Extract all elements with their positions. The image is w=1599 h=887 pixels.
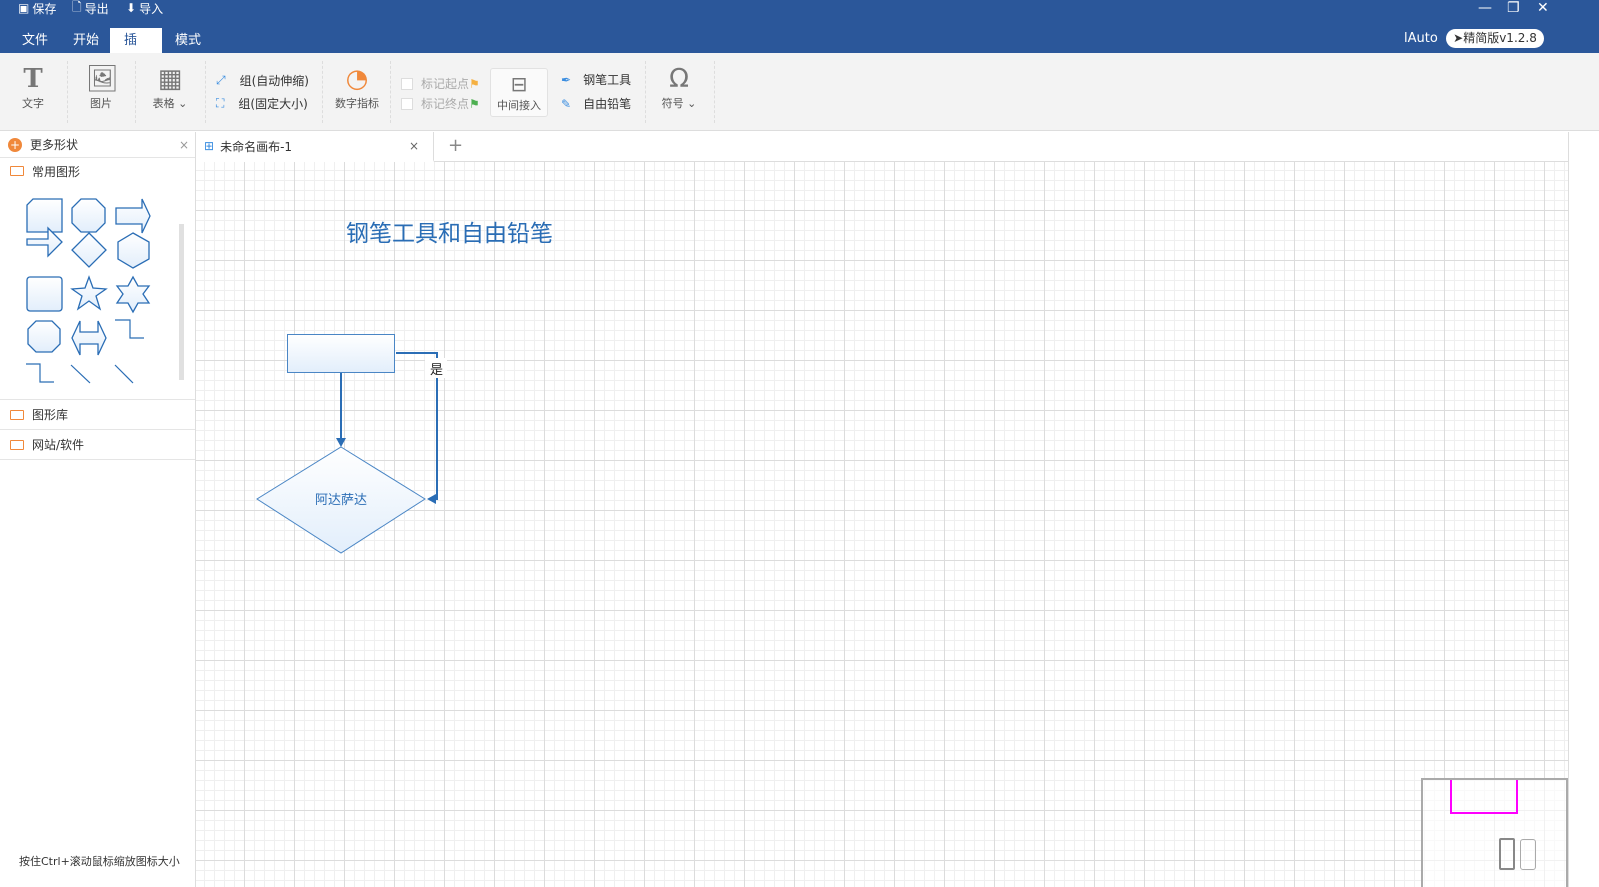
free-pencil-button[interactable]: ✎ 自由铅笔	[561, 95, 631, 112]
folder-icon	[10, 166, 24, 176]
checkbox	[401, 77, 413, 90]
shape-line[interactable]	[114, 364, 134, 384]
zoom-hint: 按住Ctrl+滚动鼠标缩放图标大小	[19, 855, 180, 868]
shape-arrow-right[interactable]	[115, 198, 151, 234]
shape-octagon-2[interactable]	[27, 320, 61, 353]
group-auto-button[interactable]: ⤢ 组(自动伸缩)	[216, 72, 309, 89]
menu-start[interactable]: 开始	[59, 28, 113, 53]
ribbon: T 文字 🖼 图片 ▦ 表格 ⌄ ⤢ 组(自动伸缩) ⛶ 组(固定大小) ◔ 数字指标 标记…	[0, 53, 1599, 131]
arrowhead	[336, 438, 346, 447]
menu-insert[interactable]: 插入	[110, 28, 162, 73]
close-tab-icon[interactable]: ×	[409, 139, 419, 153]
user-name[interactable]: lAuto	[1404, 31, 1438, 46]
chevron-down-icon: ⌄	[178, 97, 188, 110]
add-icon: +	[8, 137, 22, 152]
flag-icon: ⚑	[469, 76, 480, 91]
minimap-viewport[interactable]	[1450, 780, 1518, 814]
folder-web[interactable]: 网站/软件	[0, 430, 195, 460]
restore-button[interactable]: ❐	[1507, 0, 1520, 16]
diamond-label[interactable]: 阿达萨达	[257, 489, 425, 508]
minimap[interactable]	[1421, 778, 1568, 887]
right-scroll-area[interactable]	[1568, 132, 1599, 887]
resize-icon: ⤢	[216, 73, 226, 87]
shape-hexagon[interactable]	[117, 232, 150, 269]
export-icon: 🗋	[72, 0, 82, 14]
folder-library[interactable]: 图形库	[0, 400, 195, 430]
group-fixed-button[interactable]: ⛶ 组(固定大小)	[216, 95, 308, 112]
more-shapes-header[interactable]: + 更多形状 ×	[0, 132, 195, 158]
mark-end-checkbox[interactable]: 标记终点 ⚑	[401, 95, 480, 112]
symbol-button[interactable]: Ω 符号 ⌄	[658, 63, 700, 111]
insert-table-button[interactable]: ▦ 表格 ⌄	[150, 63, 190, 111]
checkbox	[401, 97, 413, 110]
divider	[390, 61, 391, 123]
divider	[645, 61, 646, 123]
edge-label[interactable]: 是	[430, 359, 443, 378]
shape-rounded-rect[interactable]	[26, 276, 63, 312]
image-icon: 🖼	[86, 64, 120, 94]
folder-icon	[10, 409, 24, 420]
folder-common[interactable]: 常用图形	[0, 158, 195, 184]
close-icon[interactable]: ×	[179, 138, 189, 152]
tab-canvas-1[interactable]: ⊞ 未命名画布-1 ×	[196, 132, 434, 162]
shape-octagon[interactable]	[71, 198, 106, 233]
pencil-icon: ✎	[561, 96, 572, 111]
insert-text-button[interactable]: T 文字	[18, 63, 48, 111]
process-box[interactable]	[287, 334, 395, 373]
insert-image-button[interactable]: 🖼 图片	[86, 63, 120, 111]
shapes-panel: + 更多形状 × 常用图形 图形库 网站/软件 按住Ctrl+滚动鼠标缩放图标大小	[0, 132, 196, 887]
save-icon: ▣	[18, 1, 30, 15]
flag-icon: ⚑	[469, 96, 480, 111]
shape-hexagram[interactable]	[115, 275, 151, 314]
divider	[205, 61, 206, 123]
shape-elbow-connector[interactable]	[115, 319, 144, 339]
drawing-canvas[interactable]: 钢笔工具和自由铅笔 是 阿达萨达	[196, 162, 1568, 887]
scrollbar[interactable]	[179, 224, 184, 380]
divider	[135, 61, 136, 123]
shape-card[interactable]	[26, 198, 63, 233]
shape-diamond[interactable]	[71, 232, 107, 268]
shape-star[interactable]	[70, 275, 108, 311]
add-tab-button[interactable]: +	[448, 135, 463, 156]
version-badge[interactable]: ➤精简版v1.2.8	[1446, 29, 1544, 48]
shape-elbow-line[interactable]	[26, 363, 54, 383]
arrowhead	[427, 494, 436, 504]
menu-file[interactable]: 文件	[8, 28, 62, 53]
flowchart	[256, 334, 447, 554]
export-button[interactable]: 🗋 导出	[72, 0, 109, 16]
omega-icon: Ω	[669, 64, 689, 94]
shape-double-arrow[interactable]	[71, 320, 107, 356]
send-icon: ➤	[1453, 31, 1464, 45]
folder-icon	[10, 439, 24, 450]
table-icon: ▦	[157, 64, 183, 94]
middle-insert-button[interactable]: ⊟ 中间接入	[490, 68, 548, 117]
minimize-button[interactable]: —	[1478, 0, 1492, 16]
close-button[interactable]: ✕	[1537, 0, 1549, 16]
gauge-icon: ◔	[345, 64, 369, 94]
canvas-icon: ⊞	[204, 139, 215, 153]
title-bar: ▣保存 🗋导出 ⬇导入 文件 开始 插入 模式 — ❐ ✕ lAuto ➤精简版…	[0, 0, 1599, 73]
text-icon: T	[23, 64, 43, 94]
metric-button[interactable]: ◔ 数字指标	[334, 63, 380, 111]
menu-mode[interactable]: 模式	[161, 28, 215, 53]
shape-icons	[26, 198, 184, 384]
divider	[322, 61, 323, 123]
shape-arrow-line[interactable]	[70, 364, 91, 384]
frame-icon: ⛶	[216, 96, 225, 110]
save-button[interactable]: ▣ 保存	[18, 0, 56, 16]
divider	[714, 61, 715, 123]
mark-start-checkbox[interactable]: 标记起点 ⚑	[401, 75, 480, 92]
phone-icon	[1499, 838, 1515, 870]
tab-bar: ⊞ 未命名画布-1 × +	[196, 132, 1568, 162]
pen-tool-button[interactable]: ✒ 钢笔工具	[561, 71, 631, 88]
divider	[67, 61, 68, 123]
phone-outline-icon	[1520, 839, 1536, 870]
pen-icon: ✒	[561, 72, 572, 87]
connector-icon: ⊟	[510, 72, 528, 96]
chevron-down-icon: ⌄	[687, 97, 697, 110]
import-icon: ⬇	[126, 1, 137, 15]
shape-gallery	[0, 184, 195, 400]
import-button[interactable]: ⬇ 导入	[126, 0, 163, 16]
